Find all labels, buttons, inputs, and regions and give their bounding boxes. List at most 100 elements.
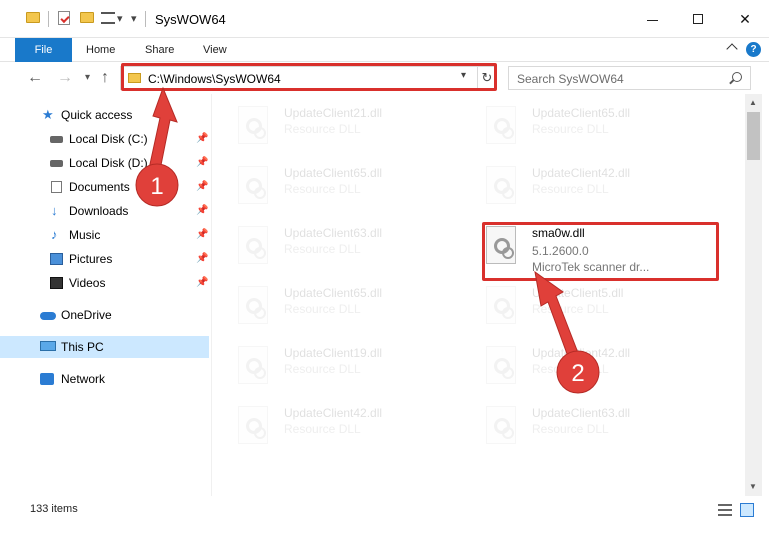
pictures-icon xyxy=(50,253,63,265)
search-input[interactable]: Search SysWOW64 xyxy=(508,66,751,90)
disk-icon xyxy=(50,160,63,167)
file-name: UpdateClient42.dll xyxy=(532,346,631,360)
pin-icon: 📌 xyxy=(196,157,209,168)
file-tile[interactable]: UpdateClient21.dll Resource DLL xyxy=(212,100,452,156)
address-dropdown-icon[interactable]: ▾ xyxy=(461,70,466,81)
customize-list-icon[interactable] xyxy=(101,12,115,24)
scroll-thumb[interactable] xyxy=(747,112,760,160)
recent-locations-icon[interactable]: ▾ xyxy=(85,68,90,88)
file-tile-sma0w[interactable]: sma0w.dll 5.1.2600.0 MicroTek scanner dr… xyxy=(460,220,700,276)
file-list: UpdateClient21.dll Resource DLL UpdateCl… xyxy=(212,94,745,496)
dll-file-icon xyxy=(238,346,268,384)
search-icon[interactable] xyxy=(732,72,742,82)
sidebar-item-label: Videos xyxy=(69,276,106,290)
close-icon: ✕ xyxy=(739,11,751,27)
expand-ribbon-icon[interactable] xyxy=(726,43,738,55)
file-tile[interactable]: UpdateClient42.dll Resource DLL xyxy=(460,340,700,396)
file-tile[interactable]: UpdateClient19.dll Resource DLL xyxy=(212,340,452,396)
scroll-down-icon[interactable]: ▼ xyxy=(749,482,757,491)
details-view-icon[interactable] xyxy=(718,504,732,516)
forward-icon[interactable]: → xyxy=(57,68,73,88)
pin-icon: 📌 xyxy=(196,253,209,264)
sidebar-item-label: Local Disk (C:) xyxy=(69,132,148,146)
window-title: SysWOW64 xyxy=(155,12,226,27)
file-tile[interactable]: UpdateClient42.dll Resource DLL xyxy=(212,400,452,456)
close-button[interactable]: ✕ xyxy=(722,0,768,38)
sidebar-item-label: Network xyxy=(61,372,106,386)
file-type: Resource DLL xyxy=(284,422,361,436)
tab-file[interactable]: File xyxy=(15,38,72,62)
file-tile[interactable]: UpdateClient63.dll Resource DLL xyxy=(212,220,452,276)
dll-file-icon xyxy=(486,406,516,444)
back-icon[interactable]: ← xyxy=(27,68,43,88)
sidebar-item-onedrive[interactable]: OneDrive xyxy=(0,304,211,326)
status-bar: 133 items xyxy=(0,496,769,538)
file-tile[interactable]: UpdateClient63.dll Resource DLL xyxy=(460,400,700,456)
sidebar-item-label: Music xyxy=(69,228,101,242)
new-folder-icon[interactable] xyxy=(80,12,94,23)
file-description: MicroTek scanner dr... xyxy=(532,260,650,274)
properties-icon[interactable] xyxy=(58,11,70,25)
dll-file-icon xyxy=(238,286,268,324)
maximize-button[interactable] xyxy=(676,0,722,38)
file-version: 5.1.2600.0 xyxy=(532,244,589,258)
sidebar-item-pictures[interactable]: Pictures 📌 xyxy=(0,248,211,270)
title-bar: ▾ ▾ SysWOW64 ✕ xyxy=(0,0,769,38)
help-icon[interactable]: ? xyxy=(746,42,761,57)
dll-file-icon xyxy=(486,166,516,204)
file-type: Resource DLL xyxy=(532,422,609,436)
vertical-scrollbar[interactable]: ▲ ▼ xyxy=(745,94,762,496)
sidebar-item-music[interactable]: ♪ Music 📌 xyxy=(0,224,211,246)
sidebar-item-local-disk-d[interactable]: Local Disk (D:) 📌 xyxy=(0,152,211,174)
file-tile[interactable]: UpdateClient65.dll Resource DLL xyxy=(460,100,700,156)
dll-file-icon xyxy=(238,226,268,264)
address-bar[interactable]: C:\Windows\SysWOW64 ▾ ↻ xyxy=(120,66,496,90)
file-name: UpdateClient65.dll xyxy=(284,166,383,180)
minimize-icon xyxy=(647,20,658,21)
sidebar-item-label: Downloads xyxy=(69,204,129,218)
sidebar-item-label: Local Disk (D:) xyxy=(69,156,148,170)
navigation-bar: ← → ▾ ↑ C:\Windows\SysWOW64 ▾ ↻ Search S… xyxy=(0,62,769,94)
file-type: Resource DLL xyxy=(284,302,361,316)
minimize-button[interactable] xyxy=(630,0,676,38)
sidebar-item-local-disk-c[interactable]: Local Disk (C:) 📌 xyxy=(0,128,211,150)
maximize-icon xyxy=(693,14,703,24)
navigation-pane: ★ Quick access Local Disk (C:) 📌 Local D… xyxy=(0,94,211,496)
file-tile[interactable]: UpdateClient5.dll Resource DLL xyxy=(460,280,700,336)
downloads-icon: ↓ xyxy=(51,203,58,218)
folder-icon xyxy=(128,73,141,83)
refresh-button[interactable]: ↻ xyxy=(477,67,496,89)
file-name: sma0w.dll xyxy=(532,226,585,240)
qa-customize-icon[interactable]: ▾ xyxy=(131,12,137,25)
sidebar-item-downloads[interactable]: ↓ Downloads 📌 xyxy=(0,200,211,222)
file-type: Resource DLL xyxy=(532,122,609,136)
sidebar-item-label: OneDrive xyxy=(61,308,112,322)
search-placeholder: Search SysWOW64 xyxy=(517,72,624,86)
file-name: UpdateClient63.dll xyxy=(284,226,383,240)
sidebar-item-label: Documents xyxy=(69,180,130,194)
address-path[interactable]: C:\Windows\SysWOW64 xyxy=(148,72,281,86)
sidebar-item-network[interactable]: Network xyxy=(0,368,211,390)
tab-home[interactable]: Home xyxy=(86,38,115,62)
tab-share[interactable]: Share xyxy=(145,38,174,62)
documents-icon xyxy=(51,181,62,193)
tab-view[interactable]: View xyxy=(203,38,227,62)
sidebar-item-videos[interactable]: Videos 📌 xyxy=(0,272,211,294)
dll-file-icon xyxy=(486,346,516,384)
file-tile[interactable]: UpdateClient65.dll Resource DLL xyxy=(212,160,452,216)
sidebar-item-documents[interactable]: Documents 📌 xyxy=(0,176,211,198)
large-icons-view-icon[interactable] xyxy=(740,503,754,517)
file-tile[interactable]: UpdateClient42.dll Resource DLL xyxy=(460,160,700,216)
file-name: UpdateClient42.dll xyxy=(284,406,383,420)
file-type: Resource DLL xyxy=(284,362,361,376)
scroll-up-icon[interactable]: ▲ xyxy=(749,98,757,107)
file-tile[interactable]: UpdateClient65.dll Resource DLL xyxy=(212,280,452,336)
dll-file-icon xyxy=(238,106,268,144)
this-pc-icon xyxy=(40,341,56,351)
sidebar-item-this-pc[interactable]: This PC xyxy=(0,336,209,358)
ribbon: File Home Share View ? xyxy=(0,38,769,62)
pin-icon: 📌 xyxy=(196,229,209,240)
qa-dropdown-icon[interactable]: ▾ xyxy=(117,12,123,25)
up-icon[interactable]: ↑ xyxy=(101,68,109,88)
sidebar-item-quick-access[interactable]: ★ Quick access xyxy=(0,104,211,126)
